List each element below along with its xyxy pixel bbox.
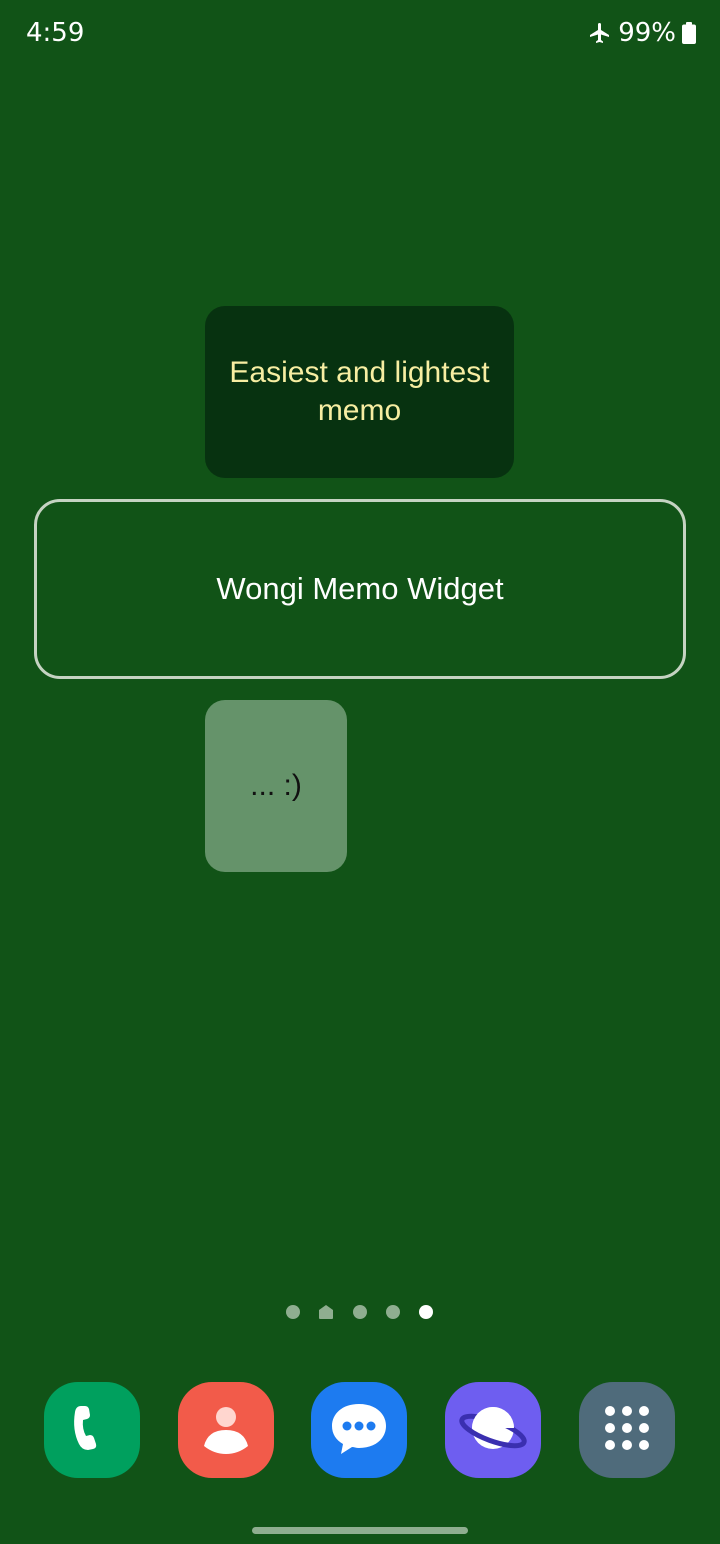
memo-widget-bottom[interactable]: ... :) (205, 700, 347, 872)
memo-widget-middle-text: Wongi Memo Widget (216, 571, 504, 606)
memo-widget-middle[interactable]: Wongi Memo Widget (34, 499, 686, 679)
contacts-icon (198, 1400, 254, 1461)
page-dot-1[interactable] (286, 1305, 300, 1319)
home-page-icon[interactable] (318, 1304, 334, 1325)
status-icons: 99% (588, 18, 696, 48)
internet-browser-app[interactable] (445, 1382, 541, 1478)
page-indicator[interactable] (0, 1304, 720, 1320)
battery-percent: 99% (618, 18, 676, 48)
status-time: 4:59 (26, 18, 85, 48)
gesture-navigation-handle[interactable] (252, 1527, 468, 1534)
phone-app[interactable] (44, 1382, 140, 1478)
memo-widget-top[interactable]: Easiest and lightest memo (205, 306, 514, 478)
internet-browser-icon (458, 1398, 528, 1463)
airplane-mode-icon (588, 21, 612, 45)
home-screen: 4:59 99% Easiest and lightest memo Wongi… (0, 0, 720, 1544)
app-drawer-icon (602, 1403, 652, 1458)
contacts-app[interactable] (178, 1382, 274, 1478)
app-dock (0, 1382, 720, 1478)
battery-icon (682, 22, 696, 44)
messages-icon (328, 1400, 390, 1461)
phone-icon (67, 1400, 117, 1461)
app-drawer-button[interactable] (579, 1382, 675, 1478)
memo-widget-bottom-text: ... :) (250, 769, 302, 802)
page-dot-4[interactable] (386, 1305, 400, 1319)
messages-app[interactable] (311, 1382, 407, 1478)
page-dot-3[interactable] (353, 1305, 367, 1319)
status-bar: 4:59 99% (0, 0, 720, 66)
memo-widget-top-text: Easiest and lightest memo (229, 356, 490, 427)
page-dot-5-active[interactable] (419, 1305, 433, 1319)
